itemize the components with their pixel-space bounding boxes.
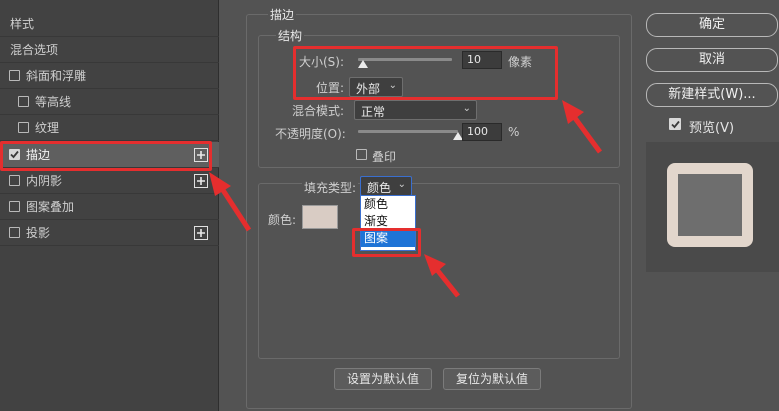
blend-options-item[interactable]: 混合选项 (0, 37, 219, 63)
fill-type-label: 填充类型: (302, 179, 359, 196)
contour-checkbox[interactable] (18, 96, 29, 107)
bevel-emboss-label: 斜面和浮雕 (26, 69, 87, 83)
contour-label: 等高线 (35, 95, 72, 109)
blend-mode-select[interactable]: 正常 ⌄ (354, 100, 477, 120)
preview-label: 预览(V) (689, 121, 735, 136)
opacity-input[interactable]: 100 (462, 123, 502, 141)
opacity-unit-label: % (508, 125, 520, 139)
pattern-option-highlight (352, 228, 421, 257)
pattern-overlay-label: 图案叠加 (26, 200, 75, 214)
drop-shadow-item[interactable]: 投影 (0, 220, 219, 246)
bevel-emboss-checkbox[interactable] (9, 70, 20, 81)
color-label: 颜色: (268, 213, 297, 227)
texture-checkbox[interactable] (18, 122, 29, 133)
checkmark-icon (670, 120, 680, 128)
structure-title: 结构 (276, 27, 305, 44)
styles-header[interactable]: 样式 (0, 11, 219, 37)
fill-type-select[interactable]: 颜色 ⌄ (360, 176, 412, 196)
style-preview-area (646, 142, 779, 272)
chevron-down-icon: ⌄ (462, 103, 471, 114)
pattern-overlay-checkbox[interactable] (9, 201, 20, 212)
stroke-row-highlight (0, 141, 212, 171)
ok-button[interactable]: 确定 (646, 13, 778, 37)
drop-shadow-checkbox[interactable] (9, 227, 20, 238)
opacity-slider-track[interactable] (358, 130, 458, 133)
contour-item[interactable]: 等高线 (0, 89, 219, 115)
styles-list-panel: 样式 混合选项 斜面和浮雕 等高线 纹理 描边 内阴影 图案叠加 投影 (0, 0, 219, 411)
inner-shadow-item[interactable]: 内阴影 (0, 168, 219, 194)
fill-type-value: 颜色 (367, 181, 392, 195)
stroke-section-title: 描边 (268, 6, 297, 23)
new-style-button[interactable]: 新建样式(W)... (646, 83, 778, 107)
overprint-checkbox[interactable] (356, 149, 367, 160)
preview-thumbnail (667, 163, 753, 247)
blend-mode-value: 正常 (361, 105, 386, 119)
blend-mode-label: 混合模式: (292, 104, 345, 118)
overprint-label: 叠印 (372, 150, 397, 164)
reset-default-button[interactable]: 复位为默认值 (443, 368, 541, 390)
set-default-button[interactable]: 设置为默认值 (334, 368, 432, 390)
texture-item[interactable]: 纹理 (0, 115, 219, 141)
opacity-label: 不透明度(O): (275, 127, 346, 141)
preview-inner-square (678, 174, 742, 236)
preview-checkbox[interactable] (669, 118, 681, 130)
styles-header-label: 样式 (10, 17, 35, 31)
arrow-to-stroke-item-icon (209, 172, 252, 232)
fill-option-color[interactable]: 颜色 (361, 196, 415, 213)
chevron-down-icon: ⌄ (397, 179, 406, 190)
cancel-button[interactable]: 取消 (646, 48, 778, 72)
stroke-color-swatch[interactable] (302, 205, 338, 229)
blend-options-label: 混合选项 (10, 43, 59, 57)
texture-label: 纹理 (35, 121, 60, 135)
size-position-highlight (293, 46, 558, 100)
inner-shadow-label: 内阴影 (26, 174, 63, 188)
bevel-emboss-item[interactable]: 斜面和浮雕 (0, 63, 219, 89)
arrow-to-pattern-option-icon (424, 254, 460, 298)
pattern-overlay-item[interactable]: 图案叠加 (0, 194, 219, 220)
arrow-to-size-position-icon (562, 100, 603, 154)
inner-shadow-checkbox[interactable] (9, 175, 20, 186)
drop-shadow-label: 投影 (26, 226, 51, 240)
